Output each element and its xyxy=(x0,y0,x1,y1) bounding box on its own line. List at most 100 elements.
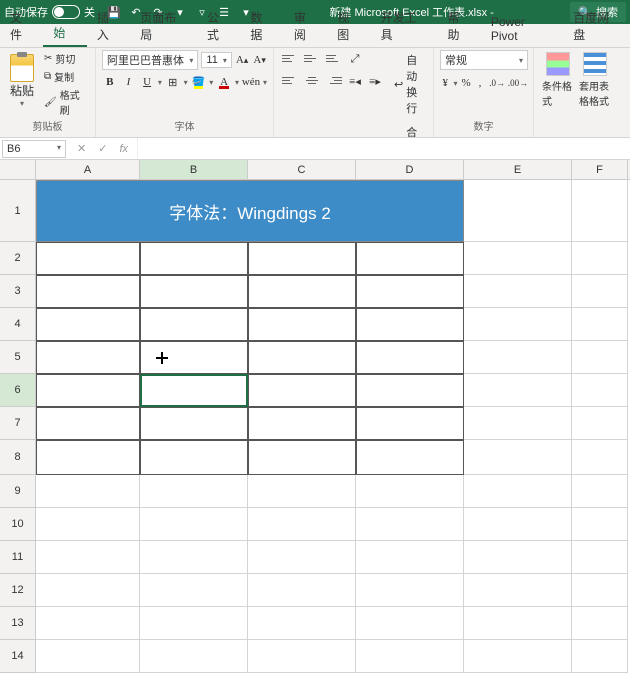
cell-F2[interactable] xyxy=(572,242,628,275)
chevron-down-icon[interactable]: ▾ xyxy=(184,78,188,87)
cancel-formula-icon[interactable]: ✕ xyxy=(74,142,89,155)
tab-百度网盘[interactable]: 百度网盘 xyxy=(563,5,630,47)
table-cell[interactable] xyxy=(248,275,356,308)
cell-E6[interactable] xyxy=(464,374,572,407)
decrease-indent-button[interactable]: ≡◂ xyxy=(346,72,364,90)
percent-button[interactable]: % xyxy=(461,74,472,92)
cell-D9[interactable] xyxy=(356,475,464,508)
table-cell[interactable] xyxy=(140,275,248,308)
cell-E10[interactable] xyxy=(464,508,572,541)
merged-banner-cell[interactable]: 字体法：Wingdings 2 xyxy=(36,180,464,242)
cell-F7[interactable] xyxy=(572,407,628,440)
cell-B13[interactable] xyxy=(140,607,248,640)
fx-icon[interactable]: fx xyxy=(116,143,131,155)
column-header-F[interactable]: F xyxy=(572,160,628,179)
table-cell[interactable] xyxy=(36,341,140,374)
tab-页面布局[interactable]: 页面布局 xyxy=(130,5,197,47)
cell-A11[interactable] xyxy=(36,541,140,574)
cell-F8[interactable] xyxy=(572,440,628,475)
cell-E13[interactable] xyxy=(464,607,572,640)
cut-button[interactable]: ✂剪切 xyxy=(42,50,89,67)
table-cell[interactable] xyxy=(248,374,356,407)
table-cell[interactable] xyxy=(356,374,464,407)
align-right-button[interactable] xyxy=(324,72,344,88)
cell-C10[interactable] xyxy=(248,508,356,541)
cell-C14[interactable] xyxy=(248,640,356,673)
cell-B10[interactable] xyxy=(140,508,248,541)
cell-D10[interactable] xyxy=(356,508,464,541)
increase-decimal-button[interactable]: .0→ xyxy=(488,74,506,92)
tab-帮助[interactable]: 帮助 xyxy=(437,5,480,47)
chevron-down-icon[interactable]: ▾ xyxy=(235,78,239,87)
cell-A10[interactable] xyxy=(36,508,140,541)
cell-A12[interactable] xyxy=(36,574,140,607)
table-cell[interactable] xyxy=(248,440,356,475)
italic-button[interactable]: I xyxy=(121,73,137,91)
tab-文件[interactable]: 文件 xyxy=(0,5,43,47)
orientation-button[interactable]: ⤢ xyxy=(346,50,364,68)
table-cell[interactable] xyxy=(248,308,356,341)
cell-F14[interactable] xyxy=(572,640,628,673)
cell-F6[interactable] xyxy=(572,374,628,407)
phonetic-button[interactable]: wén xyxy=(242,73,260,91)
cell-E4[interactable] xyxy=(464,308,572,341)
column-header-C[interactable]: C xyxy=(248,160,356,179)
font-size-combo[interactable]: 11▾ xyxy=(201,52,231,68)
chevron-down-icon[interactable]: ▾ xyxy=(209,78,213,87)
tab-数据[interactable]: 数据 xyxy=(240,5,283,47)
table-cell[interactable] xyxy=(36,407,140,440)
merge-center-button[interactable]: ⊟合并后居中▾ xyxy=(392,122,427,138)
cell-B11[interactable] xyxy=(140,541,248,574)
table-cell[interactable] xyxy=(248,242,356,275)
table-cell[interactable] xyxy=(356,275,464,308)
cell-E5[interactable] xyxy=(464,341,572,374)
column-header-D[interactable]: D xyxy=(356,160,464,179)
font-name-combo[interactable]: 阿里巴巴普惠体▾ xyxy=(102,50,198,70)
tab-Power Pivot[interactable]: Power Pivot xyxy=(481,11,563,47)
number-format-combo[interactable]: 常规▾ xyxy=(440,50,528,70)
bold-button[interactable]: B xyxy=(102,73,118,91)
cell-C12[interactable] xyxy=(248,574,356,607)
table-cell[interactable] xyxy=(140,242,248,275)
row-header-11[interactable]: 11 xyxy=(0,541,36,574)
cell-A9[interactable] xyxy=(36,475,140,508)
cell-E14[interactable] xyxy=(464,640,572,673)
conditional-format-button[interactable]: 条件格式 xyxy=(540,50,575,110)
chevron-down-icon[interactable]: ▾ xyxy=(263,78,267,87)
cell-E8[interactable] xyxy=(464,440,572,475)
row-header-2[interactable]: 2 xyxy=(0,242,36,275)
table-cell[interactable] xyxy=(36,308,140,341)
cell-E1[interactable] xyxy=(464,180,572,242)
table-cell[interactable] xyxy=(36,275,140,308)
paste-button[interactable]: 粘贴 ▾ xyxy=(6,50,38,118)
tab-插入[interactable]: 插入 xyxy=(87,5,130,47)
column-header-E[interactable]: E xyxy=(464,160,572,179)
table-cell[interactable] xyxy=(248,407,356,440)
align-center-button[interactable] xyxy=(302,72,322,88)
column-header-B[interactable]: B xyxy=(140,160,248,179)
table-cell[interactable] xyxy=(140,440,248,475)
table-cell[interactable] xyxy=(140,308,248,341)
cell-F11[interactable] xyxy=(572,541,628,574)
cell-F5[interactable] xyxy=(572,341,628,374)
row-header-14[interactable]: 14 xyxy=(0,640,36,673)
align-bottom-button[interactable] xyxy=(324,50,344,66)
cell-E2[interactable] xyxy=(464,242,572,275)
tab-公式[interactable]: 公式 xyxy=(197,5,240,47)
cell-E7[interactable] xyxy=(464,407,572,440)
table-cell[interactable] xyxy=(36,242,140,275)
toggle-switch[interactable] xyxy=(52,5,80,19)
name-box[interactable]: B6▾ xyxy=(2,140,66,158)
cell-D13[interactable] xyxy=(356,607,464,640)
tab-开发工具[interactable]: 开发工具 xyxy=(371,5,438,47)
cell-C13[interactable] xyxy=(248,607,356,640)
decrease-decimal-button[interactable]: .00→ xyxy=(509,74,527,92)
cell-E3[interactable] xyxy=(464,275,572,308)
align-top-button[interactable] xyxy=(280,50,300,66)
align-middle-button[interactable] xyxy=(302,50,322,66)
enter-formula-icon[interactable]: ✓ xyxy=(95,142,110,155)
cell-B12[interactable] xyxy=(140,574,248,607)
table-cell[interactable] xyxy=(36,440,140,475)
increase-indent-button[interactable]: ≡▸ xyxy=(366,72,384,90)
chevron-down-icon[interactable]: ▾ xyxy=(454,79,458,88)
